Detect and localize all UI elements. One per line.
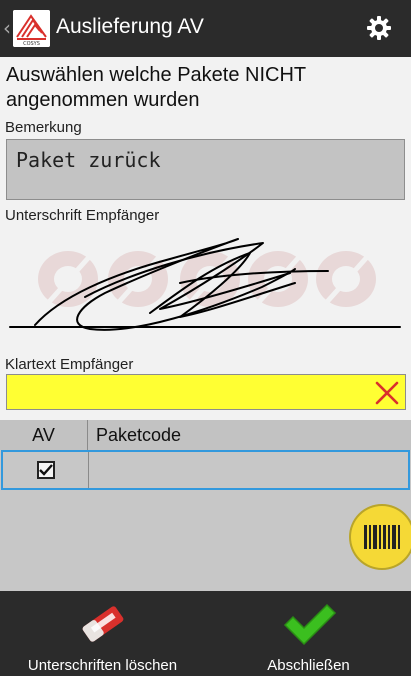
checkmark-icon — [283, 603, 336, 646]
eraser-icon — [82, 606, 123, 642]
checkmark-icon — [39, 464, 53, 476]
finish-label: Abschließen — [267, 657, 350, 674]
finish-button[interactable]: Abschließen — [206, 591, 411, 676]
klartext-label: Klartext Empfänger — [5, 356, 134, 373]
remark-field[interactable]: Paket zurück — [6, 139, 405, 200]
av-checkbox[interactable] — [37, 461, 55, 479]
barcode-scan-button[interactable] — [345, 502, 411, 572]
table-row[interactable] — [1, 450, 410, 490]
table-header: AV Paketcode — [0, 420, 411, 450]
gear-icon[interactable] — [366, 15, 392, 41]
signature-label: Unterschrift Empfänger — [5, 207, 160, 224]
app-title: Auslieferung AV — [56, 15, 204, 38]
remark-label: Bemerkung — [5, 119, 82, 136]
bottom-action-bar: Unterschriften löschen Abschließen — [0, 591, 411, 676]
av-cell[interactable] — [3, 452, 89, 488]
klartext-field[interactable] — [6, 374, 406, 410]
chevron-left-icon[interactable]: ‹ — [3, 16, 11, 40]
column-header-av[interactable]: AV — [0, 420, 88, 450]
instruction-text: Auswählen welche Pakete NICHT angenommen… — [6, 64, 306, 111]
app-logo[interactable]: COSYS — [13, 10, 50, 47]
svg-text:COSYS: COSYS — [23, 41, 40, 47]
clear-signatures-button[interactable]: Unterschriften löschen — [0, 591, 205, 676]
column-header-paketcode[interactable]: Paketcode — [96, 420, 181, 450]
close-icon[interactable] — [374, 380, 400, 406]
app-bar: ‹ COSYS Auslieferung AV — [0, 0, 411, 57]
clear-signatures-label: Unterschriften löschen — [27, 657, 178, 674]
signature-pad[interactable] — [0, 227, 411, 351]
